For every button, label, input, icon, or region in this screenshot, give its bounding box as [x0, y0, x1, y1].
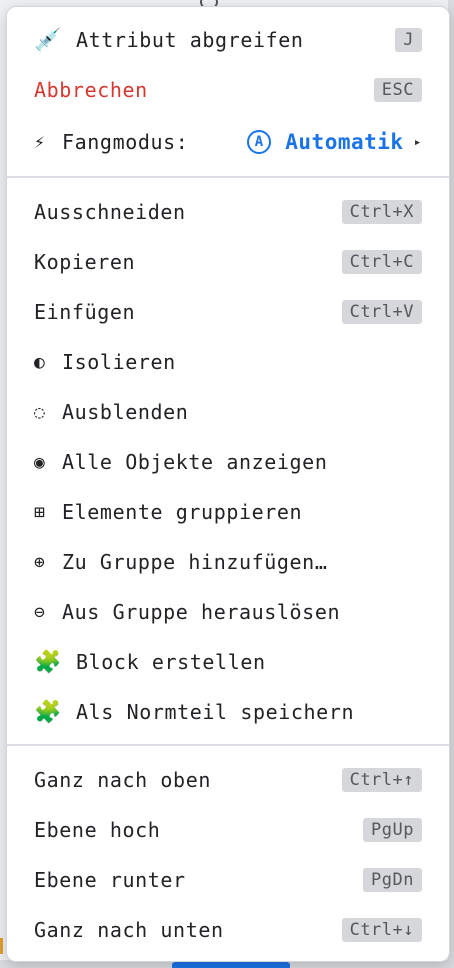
menu-item-label: Zu Gruppe hinzufügen…	[62, 550, 328, 574]
shortcut-badge: PgDn	[363, 868, 422, 892]
menu-item-bring-forward[interactable]: Ebene hoch PgUp	[7, 805, 449, 855]
shortcut-badge: Ctrl+V	[341, 300, 422, 324]
menu-item-cut[interactable]: Ausschneiden Ctrl+X	[7, 187, 449, 237]
shortcut-badge: PgUp	[363, 818, 422, 842]
puzzle-piece-icon: 🧩	[34, 649, 62, 675]
menu-item-show-all[interactable]: ◉ Alle Objekte anzeigen	[7, 437, 449, 487]
dotted-circle-icon: ◌	[34, 401, 46, 423]
snap-mode-label: Automatik	[285, 130, 404, 154]
squared-plus-icon: ⊞	[34, 501, 46, 523]
menu-item-hide[interactable]: ◌ Ausblenden	[7, 387, 449, 437]
menu-item-cancel[interactable]: Abbrechen ESC	[7, 65, 449, 115]
circled-minus-icon: ⊖	[34, 601, 46, 623]
shortcut-badge: ESC	[373, 78, 422, 102]
menu-item-remove-from-group[interactable]: ⊖ Aus Gruppe herauslösen	[7, 587, 449, 637]
menu-item-label: Ganz nach unten	[34, 918, 224, 942]
menu-item-create-block[interactable]: 🧩 Block erstellen	[7, 637, 449, 687]
menu-item-copy[interactable]: Kopieren Ctrl+C	[7, 237, 449, 287]
menu-item-label: Kopieren	[34, 250, 136, 274]
menu-item-label: Attribut abgreifen	[76, 28, 304, 52]
background-active-tab	[172, 962, 290, 968]
shortcut-badge: Ctrl+↓	[341, 918, 422, 942]
menu-item-send-to-back[interactable]: Ganz nach unten Ctrl+↓	[7, 905, 449, 955]
menu-item-label: Ebene hoch	[34, 818, 161, 842]
menu-item-isolate[interactable]: ◐ Isolieren	[7, 337, 449, 387]
menu-item-label: Block erstellen	[76, 650, 266, 674]
menu-item-label: Elemente gruppieren	[62, 500, 303, 524]
menu-item-label: Ausschneiden	[34, 200, 186, 224]
shortcut-badge: Ctrl+↑	[341, 768, 422, 792]
shortcut-badge: J	[395, 28, 422, 52]
menu-item-label: Als Normteil speichern	[76, 700, 355, 724]
half-circle-icon: ◐	[34, 351, 46, 373]
snap-mode-value: A Automatik	[247, 130, 403, 154]
menu-item-paste[interactable]: Einfügen Ctrl+V	[7, 287, 449, 337]
submenu-arrow-icon: ▸	[413, 134, 422, 150]
menu-item-label: Einfügen	[34, 300, 136, 324]
menu-item-label: Ausblenden	[62, 400, 189, 424]
menu-item-snap-mode[interactable]: ⚡ Fangmodus: A Automatik ▸	[7, 117, 449, 167]
menu-item-group-elements[interactable]: ⊞ Elemente gruppieren	[7, 487, 449, 537]
shortcut-badge: Ctrl+X	[341, 200, 422, 224]
menu-item-add-to-group[interactable]: ⊕ Zu Gruppe hinzufügen…	[7, 537, 449, 587]
background-marker	[0, 938, 3, 954]
syringe-icon: 💉	[34, 27, 62, 53]
menu-divider	[7, 744, 449, 746]
puzzle-piece-icon: 🧩	[34, 699, 62, 725]
circled-plus-icon: ⊕	[34, 551, 46, 573]
menu-item-send-backward[interactable]: Ebene runter PgDn	[7, 855, 449, 905]
menu-item-label: Ganz nach oben	[34, 768, 211, 792]
menu-item-label: Isolieren	[62, 350, 176, 374]
lightning-icon: ⚡	[34, 131, 46, 153]
context-menu: 💉 Attribut abgreifen J Abbrechen ESC ⚡ F…	[6, 6, 450, 962]
menu-item-bring-to-front[interactable]: Ganz nach oben Ctrl+↑	[7, 755, 449, 805]
menu-item-label: Ebene runter	[34, 868, 186, 892]
menu-item-label: Fangmodus:	[62, 130, 189, 154]
menu-divider	[7, 176, 449, 178]
filled-circle-icon: ◉	[34, 451, 46, 473]
auto-mode-icon: A	[247, 130, 272, 154]
shortcut-badge: Ctrl+C	[341, 250, 422, 274]
menu-item-label: Aus Gruppe herauslösen	[62, 600, 341, 624]
menu-item-label: Abbrechen	[34, 78, 148, 102]
menu-item-label: Alle Objekte anzeigen	[62, 450, 328, 474]
menu-item-save-standard-part[interactable]: 🧩 Als Normteil speichern	[7, 687, 449, 737]
menu-item-pick-attribute[interactable]: 💉 Attribut abgreifen J	[7, 15, 449, 65]
